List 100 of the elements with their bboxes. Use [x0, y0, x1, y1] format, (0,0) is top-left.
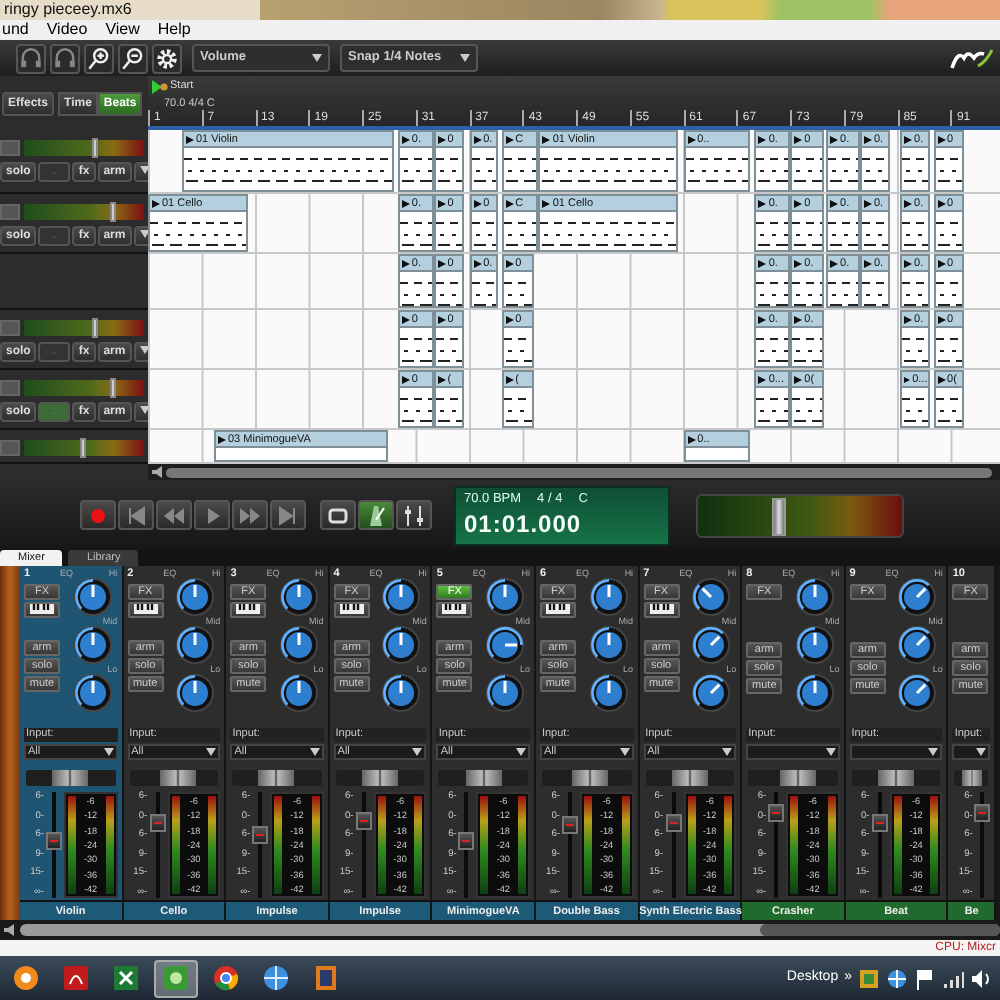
fader-thumb[interactable] — [46, 831, 62, 850]
fader-thumb[interactable] — [974, 804, 991, 823]
slider-thumb[interactable] — [52, 770, 89, 786]
eq-knob[interactable] — [382, 674, 421, 712]
slider-thumb[interactable] — [572, 770, 609, 786]
fader-thumb[interactable] — [561, 815, 578, 834]
eq-knob[interactable] — [485, 626, 524, 664]
to-end-button[interactable] — [270, 500, 306, 530]
keyboard-button[interactable] — [230, 602, 267, 618]
slider-thumb[interactable] — [465, 770, 502, 786]
fast-forward-button[interactable] — [232, 500, 268, 530]
eq-knob[interactable] — [73, 578, 112, 616]
eq-knob[interactable] — [898, 578, 937, 616]
app-icon[interactable] — [858, 967, 880, 989]
menu-item[interactable]: und — [2, 20, 29, 40]
volume-fader[interactable] — [665, 792, 682, 898]
horizontal-scrollbar[interactable] — [20, 924, 1000, 936]
record-toggle[interactable] — [0, 319, 20, 335]
slider-thumb[interactable] — [779, 770, 816, 786]
eq-knob[interactable] — [795, 674, 834, 712]
slider-thumb[interactable] — [961, 770, 982, 786]
taskbar-app-button[interactable] — [154, 959, 198, 997]
keyboard-button[interactable] — [333, 602, 370, 618]
rewind-button[interactable] — [156, 500, 192, 530]
volume-fader[interactable] — [768, 792, 785, 898]
eq-knob[interactable] — [692, 578, 731, 616]
volume-fader[interactable] — [355, 792, 372, 898]
eq-knob[interactable] — [176, 578, 215, 616]
eq-knob[interactable] — [795, 626, 834, 664]
eq-knob[interactable] — [73, 674, 112, 712]
pan-slider[interactable] — [438, 770, 528, 786]
input-dropdown[interactable] — [746, 744, 840, 760]
input-dropdown[interactable] — [952, 744, 991, 760]
mixer-button[interactable] — [396, 500, 432, 530]
menu-item[interactable]: View — [105, 20, 140, 40]
volume-fader[interactable] — [252, 792, 269, 898]
globe-icon[interactable] — [886, 967, 908, 989]
eq-knob[interactable] — [898, 674, 937, 712]
pan-slider[interactable] — [232, 770, 322, 786]
eq-knob[interactable] — [382, 578, 421, 616]
volume-fader[interactable] — [974, 792, 991, 898]
headphones-button[interactable] — [16, 43, 46, 73]
pan-slider[interactable] — [748, 770, 838, 786]
pan-slider[interactable] — [851, 770, 941, 786]
eq-knob[interactable] — [692, 674, 731, 712]
keyboard-button[interactable] — [127, 602, 164, 618]
volume-icon[interactable] — [970, 967, 992, 989]
slider-thumb[interactable] — [160, 770, 197, 786]
to-start-button[interactable] — [118, 500, 154, 530]
pan-slider[interactable] — [26, 770, 116, 786]
record-toggle[interactable] — [0, 203, 20, 219]
slider-thumb[interactable] — [671, 770, 708, 786]
loop-button[interactable] — [320, 500, 356, 530]
fader-thumb[interactable] — [871, 813, 888, 832]
keyboard-button[interactable] — [24, 602, 60, 618]
eq-knob[interactable] — [279, 626, 318, 664]
eq-knob[interactable] — [589, 578, 628, 616]
fader-thumb[interactable] — [149, 814, 166, 832]
slider-thumb[interactable] — [771, 497, 786, 535]
horizontal-scrollbar[interactable] — [166, 467, 992, 477]
volume-fader[interactable] — [46, 792, 62, 898]
eq-knob[interactable] — [485, 578, 524, 616]
input-dropdown[interactable] — [849, 744, 943, 760]
eq-knob[interactable] — [485, 674, 524, 712]
zoom-in-button[interactable] — [84, 43, 114, 73]
record-button[interactable] — [80, 500, 116, 530]
fader-thumb[interactable] — [665, 813, 682, 832]
volume-fader[interactable] — [871, 792, 888, 898]
slider-thumb[interactable] — [110, 201, 116, 221]
eq-knob[interactable] — [279, 674, 318, 712]
menu-item[interactable]: Help — [157, 20, 191, 40]
play-button[interactable] — [194, 500, 230, 530]
track-volume-slider[interactable] — [24, 439, 144, 455]
eq-knob[interactable] — [382, 626, 421, 664]
scrollbar-thumb[interactable] — [760, 924, 1000, 936]
track-volume-slider[interactable] — [24, 379, 144, 395]
metronome-button[interactable] — [358, 500, 394, 530]
menu-item[interactable]: Video — [46, 20, 88, 40]
slider-thumb[interactable] — [92, 317, 98, 337]
volume-fader[interactable] — [149, 792, 166, 898]
track-volume-slider[interactable] — [24, 203, 144, 219]
eq-knob[interactable] — [692, 626, 731, 664]
headphones-button[interactable] — [50, 43, 80, 73]
settings-button[interactable] — [152, 43, 182, 73]
record-toggle[interactable] — [0, 139, 20, 155]
fader-thumb[interactable] — [252, 825, 269, 844]
pan-slider[interactable] — [645, 770, 735, 786]
record-toggle[interactable] — [0, 379, 20, 395]
pan-slider[interactable] — [129, 770, 219, 786]
pan-slider[interactable] — [335, 770, 425, 786]
slider-thumb[interactable] — [80, 437, 86, 457]
fader-thumb[interactable] — [355, 811, 372, 830]
zoom-out-button[interactable] — [118, 43, 148, 73]
flag-icon[interactable] — [914, 967, 936, 989]
pan-slider[interactable] — [954, 770, 989, 786]
eq-knob[interactable] — [795, 578, 834, 616]
slider-thumb[interactable] — [258, 770, 295, 786]
eq-knob[interactable] — [176, 626, 215, 664]
eq-knob[interactable] — [73, 626, 112, 664]
keyboard-button[interactable] — [643, 602, 680, 618]
